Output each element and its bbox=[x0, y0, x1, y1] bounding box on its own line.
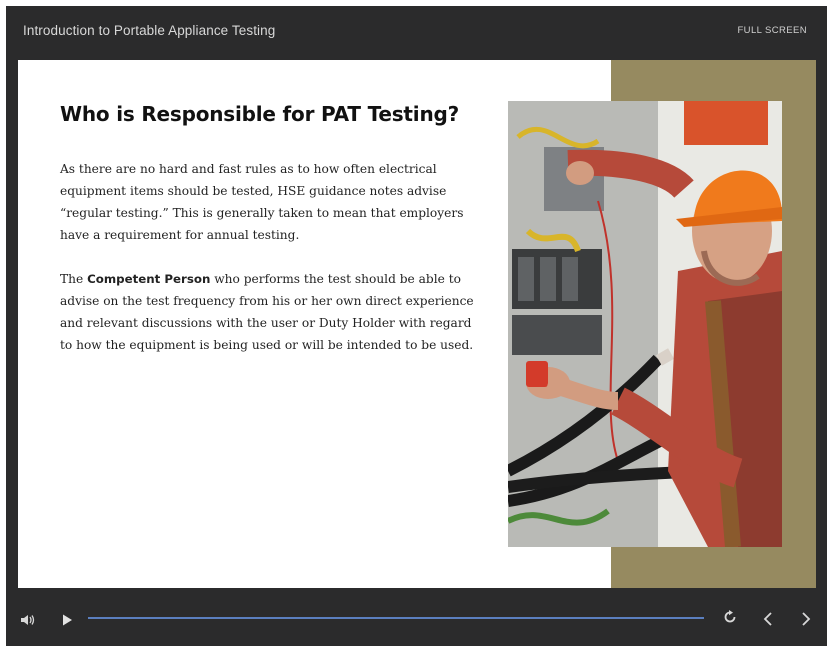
paragraph-competent-person: The Competent Person who performs the te… bbox=[60, 268, 480, 356]
course-player: Introduction to Portable Appliance Testi… bbox=[6, 6, 827, 646]
slide-content: Who is Responsible for PAT Testing? As t… bbox=[18, 60, 816, 588]
replay-icon[interactable] bbox=[723, 610, 737, 629]
chevron-left-icon[interactable] bbox=[763, 612, 773, 631]
course-title: Introduction to Portable Appliance Testi… bbox=[23, 23, 276, 38]
chevron-right-icon[interactable] bbox=[801, 612, 811, 631]
volume-icon[interactable] bbox=[21, 613, 35, 631]
playback-controls bbox=[6, 588, 827, 646]
paragraph-prefix: The bbox=[60, 272, 88, 286]
paragraph-regular-testing: As there are no hard and fast rules as t… bbox=[60, 162, 464, 242]
top-bar: Introduction to Portable Appliance Testi… bbox=[6, 6, 827, 60]
electrician-illustration bbox=[508, 101, 782, 547]
fullscreen-button[interactable]: FULL SCREEN bbox=[737, 25, 807, 36]
play-icon[interactable] bbox=[62, 613, 73, 631]
progress-bar[interactable] bbox=[88, 617, 704, 619]
slide-heading: Who is Responsible for PAT Testing? bbox=[60, 102, 459, 126]
electrician-photo bbox=[508, 101, 782, 547]
competent-person-term: Competent Person bbox=[87, 272, 211, 286]
